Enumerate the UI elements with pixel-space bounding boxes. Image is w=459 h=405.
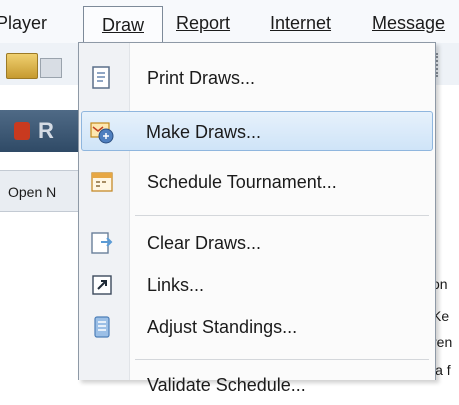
document-title-fragment: R <box>38 118 54 143</box>
menu-item-label: Schedule Tournament... <box>147 172 337 192</box>
menu-player[interactable]: Player <box>0 10 47 36</box>
print-draws-icon <box>92 66 110 89</box>
clear-draws-icon <box>91 232 113 254</box>
menu-item-print-draws[interactable]: Print Draws... <box>81 58 433 98</box>
menu-item-label: Print Draws... <box>147 68 256 88</box>
menu-separator <box>135 359 429 360</box>
open-folder-icon[interactable] <box>6 53 38 79</box>
menu-item-label: Clear Draws... <box>147 233 262 253</box>
menu-internet[interactable]: Internet <box>270 10 331 36</box>
menu-item-schedule-tournament[interactable]: Schedule Tournament... <box>81 162 433 202</box>
printer-icon[interactable] <box>40 58 62 78</box>
menu-item-adjust-standings[interactable]: Adjust Standings... <box>81 307 433 347</box>
menu-item-label: Make Draws... <box>146 122 262 142</box>
draw-dropdown-menu: Print Draws... Make Draws... Schedule To… <box>78 42 436 395</box>
menu-item-label: Adjust Standings... <box>147 317 298 337</box>
adjust-standings-icon <box>94 316 110 338</box>
menu-internet-label: Internet <box>270 13 332 33</box>
make-draws-icon <box>90 122 114 144</box>
menu-item-label: Links... <box>147 275 205 295</box>
menu-item-make-draws[interactable]: Make Draws... <box>81 111 433 151</box>
menu-item-label: Validate Schedule... <box>147 375 306 395</box>
menu-message-label: Message <box>372 13 446 33</box>
toolbar-grip-icon <box>436 53 450 77</box>
app-logo-icon <box>14 122 30 140</box>
menu-draw-label: Draw <box>101 15 144 35</box>
menu-message[interactable]: Message <box>372 10 445 36</box>
links-icon <box>92 275 112 295</box>
menu-report[interactable]: Report <box>176 10 230 36</box>
menu-report-label: Report <box>176 13 231 33</box>
menu-item-clear-draws[interactable]: Clear Draws... <box>81 223 433 263</box>
menu-item-links[interactable]: Links... <box>81 265 433 305</box>
menu-bar: Player Draw Report Internet Message <box>0 0 459 43</box>
menu-item-validate-schedule[interactable]: Validate Schedule... <box>81 365 433 405</box>
schedule-tournament-icon <box>91 172 113 192</box>
menu-draw[interactable]: Draw <box>83 6 163 42</box>
menu-separator <box>135 215 429 216</box>
tab-open[interactable]: Open N <box>8 184 56 200</box>
